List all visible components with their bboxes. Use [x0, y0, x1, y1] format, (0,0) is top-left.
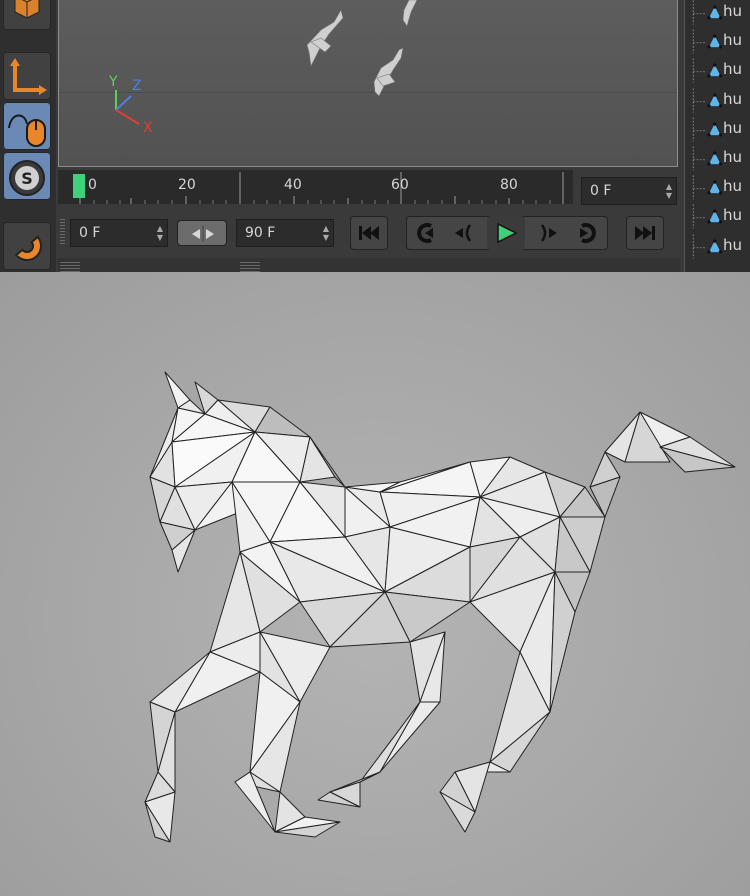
object-list-item[interactable]: hu [685, 232, 750, 261]
strip-grip[interactable] [240, 262, 260, 272]
go-to-start-button[interactable] [350, 216, 388, 250]
joint-tree-icon [692, 58, 723, 83]
snap-s-icon: S [9, 160, 45, 196]
strip-grip[interactable] [60, 262, 80, 272]
object-manager-panel: hu hu hu hu hu hu hu hu hu [684, 0, 750, 272]
joint-tree-icon [692, 88, 723, 113]
axis-icon [10, 58, 47, 95]
horse-thumbnail [373, 47, 404, 97]
lowpoly-horse-render [0, 272, 750, 896]
object-name: hu [723, 235, 743, 254]
playhead-marker [73, 174, 85, 198]
object-name: hu [723, 206, 743, 225]
current-frame-field[interactable]: 0 F ▲ ▼ [581, 177, 677, 205]
tick-label: 80 [500, 177, 518, 193]
object-name: hu [723, 31, 743, 50]
next-frame-icon [540, 224, 557, 242]
axis-x-label: X [143, 120, 153, 136]
joint-tree-icon [692, 146, 723, 171]
joint-tree-icon [692, 234, 723, 259]
horse-facet [359, 701, 421, 783]
snap-tool-button[interactable]: S [3, 152, 51, 200]
object-name: hu [723, 118, 743, 137]
start-frame-value: 0 F [79, 225, 101, 241]
horse-facet [379, 461, 481, 498]
svg-text:S: S [21, 169, 33, 188]
joint-tree-icon [692, 204, 723, 229]
joint-tree-icon [692, 175, 723, 200]
bottom-strip [58, 258, 680, 272]
play-button[interactable] [487, 216, 525, 250]
spinner-arrows-icon[interactable]: ▲ ▼ [157, 224, 163, 242]
cube-icon [14, 0, 40, 19]
tick-label: 60 [391, 177, 409, 193]
spinner-arrows-icon[interactable]: ▲ ▼ [323, 224, 329, 242]
lowpoly-horse-model [144, 371, 736, 843]
object-name: hu [723, 177, 743, 196]
skip-end-icon [635, 226, 655, 240]
ruler-ticks [73, 172, 564, 204]
range-arrows-icon [192, 226, 214, 242]
horse-thumbnail [402, 0, 418, 27]
viewport-scene: Y Z X [108, 0, 418, 136]
object-name: hu [723, 148, 743, 166]
object-name: hu [723, 2, 743, 20]
object-list-item[interactable]: hu [685, 115, 750, 144]
skip-start-icon [359, 226, 379, 240]
mouse-tool-button[interactable] [3, 102, 51, 150]
object-name: hu [723, 89, 743, 108]
cube-tool-button[interactable] [3, 0, 51, 30]
start-frame-field[interactable]: 0 F ▲ ▼ [70, 219, 168, 247]
object-list-item[interactable]: hu [685, 173, 750, 202]
c4d-interface: S Y Z X 0 20 40 60 80 0 F ▲ ▼ 0 F ▲ ▼ 90… [0, 0, 750, 272]
left-toolbar: S [0, 0, 56, 272]
go-to-end-button[interactable] [626, 216, 664, 250]
object-list-item[interactable]: hu [685, 27, 750, 56]
axis-tool-button[interactable] [3, 52, 51, 100]
joint-tree-icon [692, 0, 723, 25]
tick-label: 0 [88, 177, 97, 193]
timeline-ruler[interactable]: 0 20 40 60 80 [58, 170, 573, 204]
current-frame-value: 0 F [590, 183, 612, 199]
axis-y-label: Y [108, 74, 118, 90]
next-key-button[interactable] [569, 216, 607, 250]
next-key-icon [580, 223, 596, 243]
next-frame-button[interactable] [528, 216, 566, 250]
previous-frame-icon [455, 224, 472, 242]
mouse-icon [8, 114, 46, 147]
object-list-item[interactable]: hu [685, 144, 750, 173]
object-list-item[interactable]: hu [685, 86, 750, 115]
horse-facet [379, 701, 441, 773]
object-list-item[interactable]: hu [685, 202, 750, 231]
previous-key-icon [417, 223, 433, 243]
object-list-item[interactable]: hu [685, 56, 750, 85]
tick-label: 20 [178, 177, 196, 193]
end-frame-field[interactable]: 90 F ▲ ▼ [236, 219, 334, 247]
3d-viewport[interactable]: Y Z X [58, 0, 678, 167]
horse-thumbnail [306, 9, 344, 67]
previous-frame-button[interactable] [446, 216, 484, 250]
axis-gizmo [115, 90, 140, 125]
magnet-icon [14, 235, 42, 261]
joint-tree-icon [692, 117, 723, 142]
object-name: hu [723, 60, 743, 79]
transport-grip[interactable] [60, 219, 65, 245]
play-icon [497, 222, 518, 244]
axis-z-label: Z [132, 78, 142, 94]
end-frame-value: 90 F [245, 225, 276, 241]
joint-tree-icon [692, 29, 723, 54]
spinner-arrows-icon[interactable]: ▲ ▼ [666, 182, 672, 200]
tick-label: 40 [284, 177, 302, 193]
object-list-item[interactable]: hu [685, 0, 750, 27]
range-slider-button[interactable] [177, 220, 227, 246]
previous-key-button[interactable] [406, 216, 444, 250]
magnet-tool-button[interactable] [3, 222, 51, 270]
